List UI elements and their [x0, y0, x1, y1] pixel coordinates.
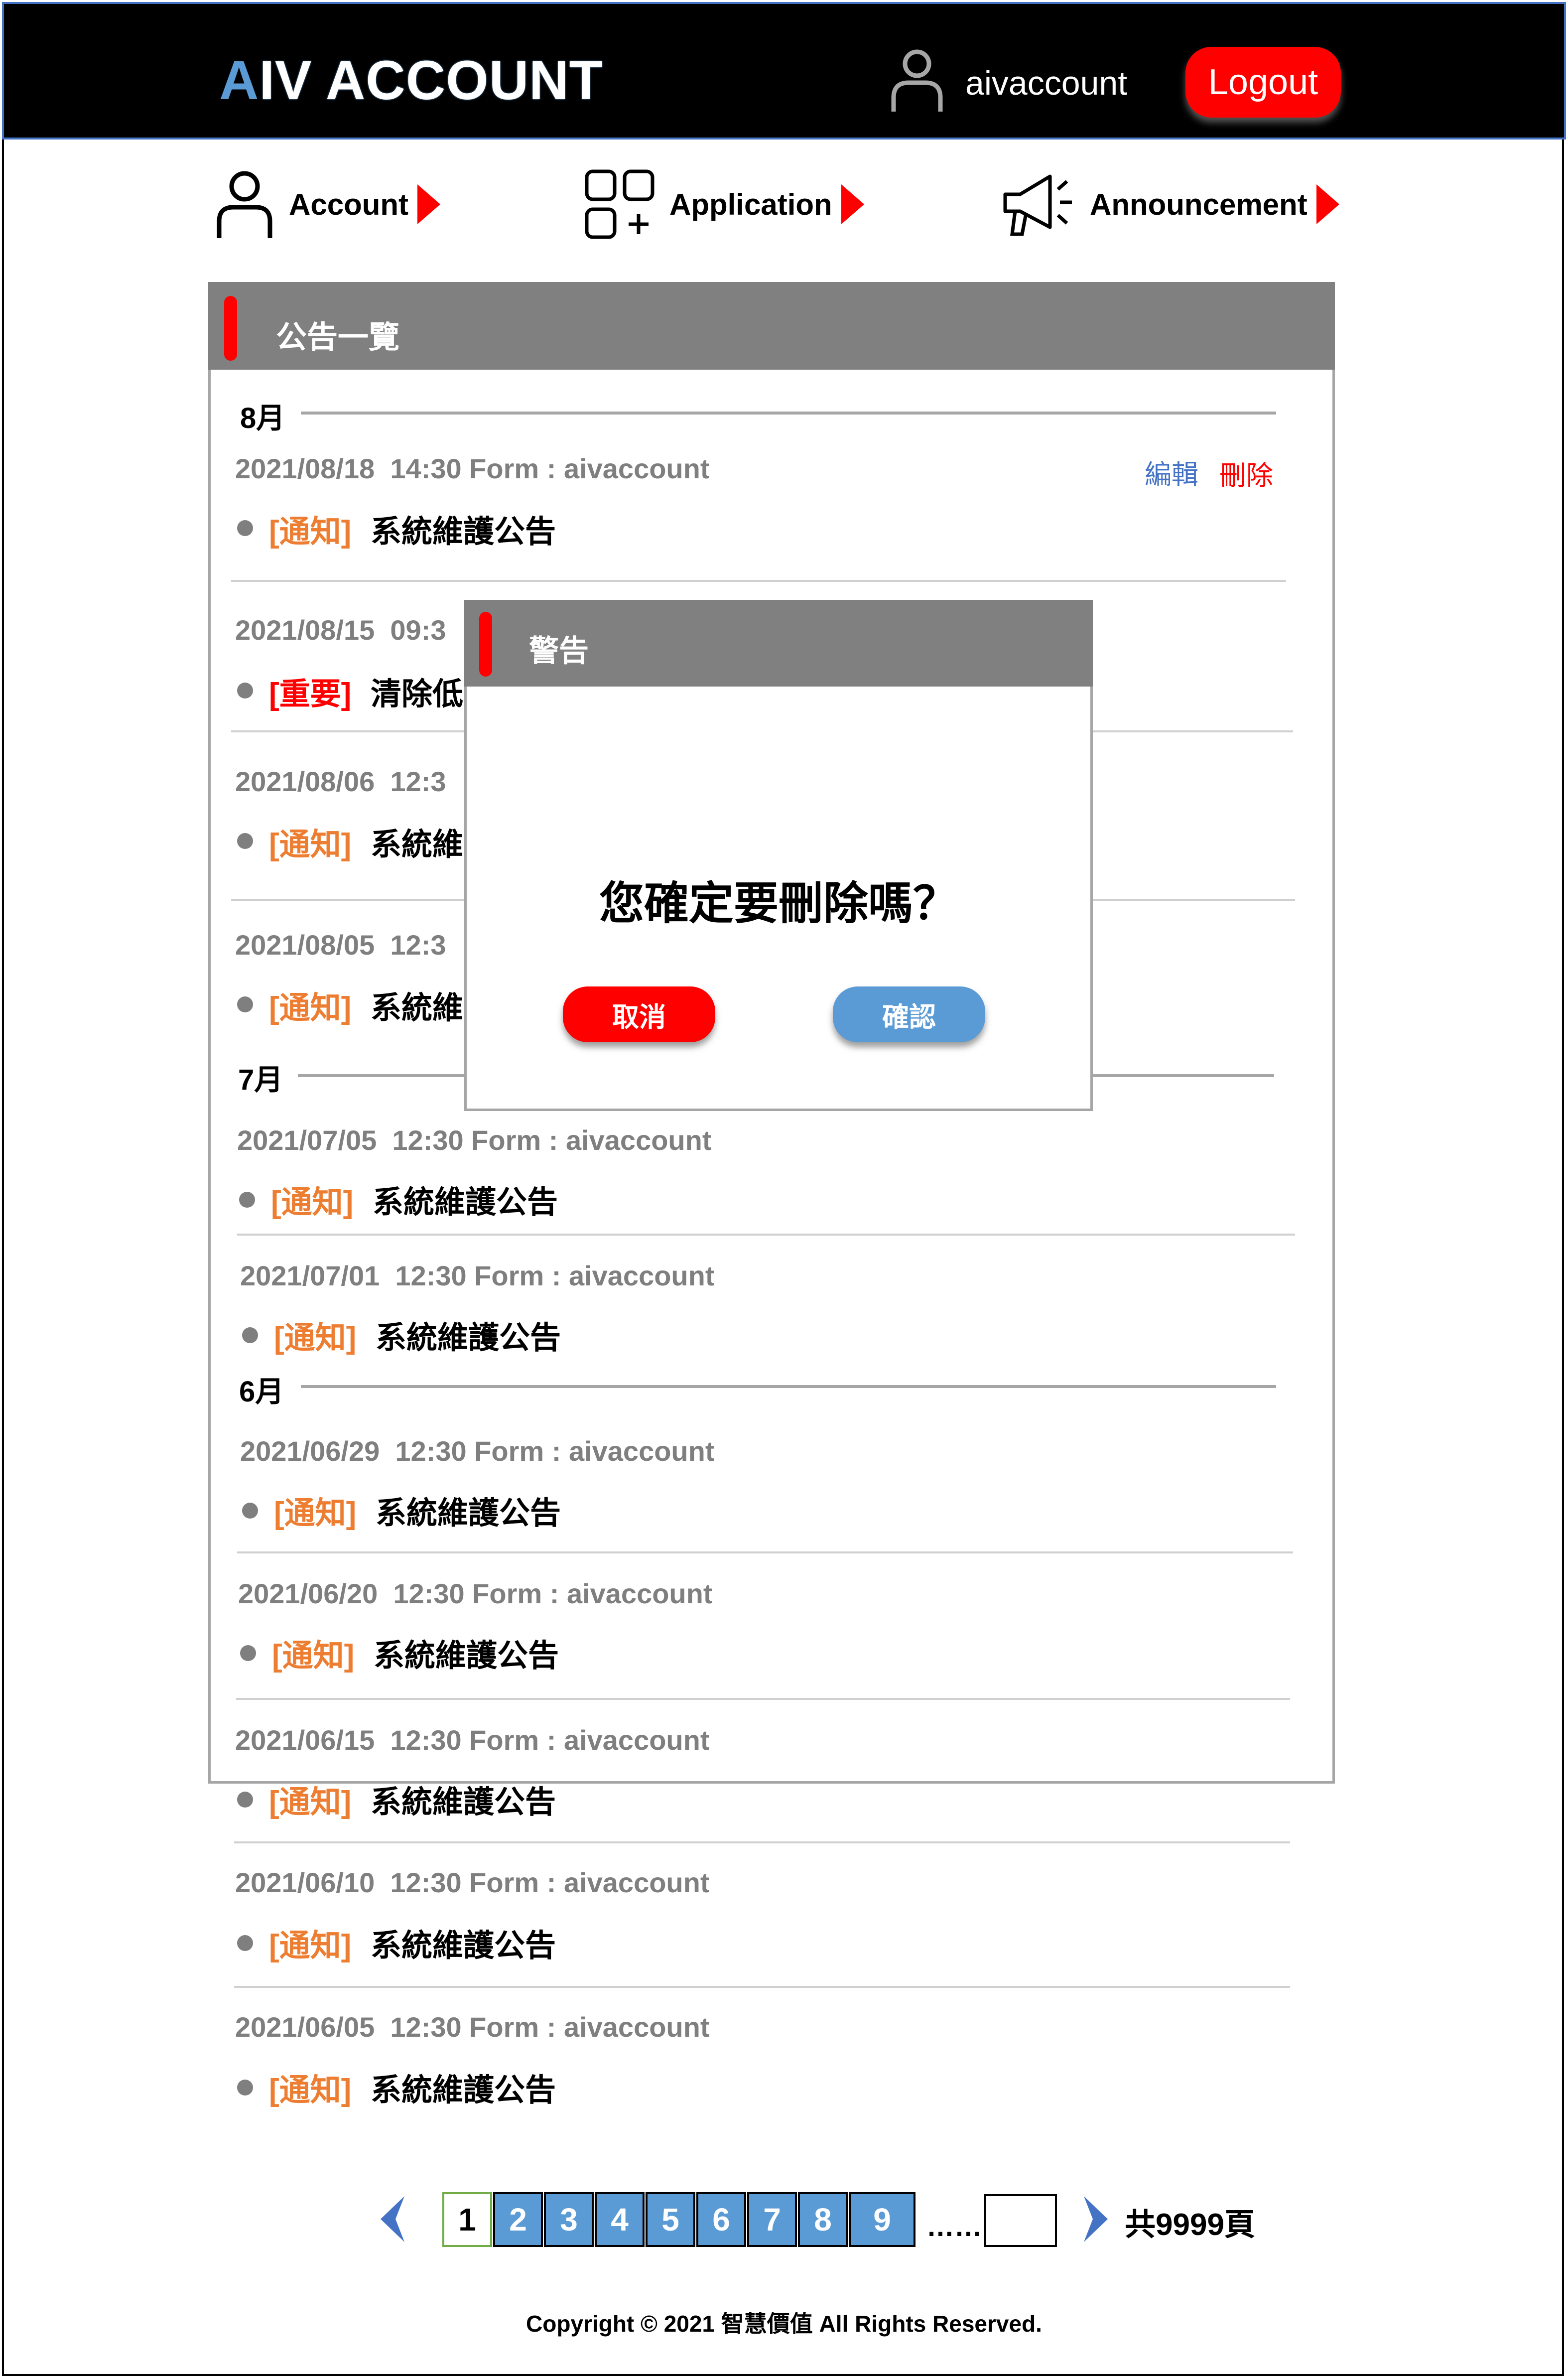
tag-notice: [通知] [271, 1185, 354, 1220]
announcement-title[interactable]: 系統維護公告 [371, 506, 556, 551]
tag-notice: [通知] [274, 1496, 357, 1531]
confirm-button[interactable]: 確認 [833, 986, 985, 1042]
play-arrow-icon [1316, 184, 1339, 224]
next-page-icon[interactable] [1079, 2194, 1112, 2244]
announcement-meta: 2021/08/15 09:3 [235, 614, 446, 646]
page-total: 共9999頁 [1125, 2208, 1255, 2242]
announcement-title[interactable]: 系統維護公告 [376, 1488, 561, 1533]
announcement-title[interactable]: 系統維護公告 [374, 1630, 559, 1675]
announcement-title[interactable]: 系統維護公告 [371, 1920, 556, 1965]
announcement-title[interactable]: 系統維護公告 [373, 1177, 558, 1222]
tag-notice: [通知] [269, 991, 352, 1025]
dialog-header: 警告 [464, 600, 1093, 687]
announcement-title[interactable]: 系統維 [371, 982, 463, 1027]
username: aivaccount [965, 64, 1128, 102]
page-button[interactable]: 1 [442, 2192, 492, 2247]
play-arrow-icon [841, 184, 864, 224]
megaphone-icon [1003, 174, 1072, 236]
header-accent-bar [479, 612, 492, 677]
bullet-dot [237, 996, 253, 1012]
bullet-dot [237, 1935, 253, 1951]
month-label: 8月 [240, 402, 285, 434]
month-divider [301, 1385, 1276, 1388]
announcement-title[interactable]: 系統維護公告 [371, 2065, 556, 2109]
bullet-dot [237, 520, 253, 536]
edit-link[interactable]: 編輯 [1145, 452, 1198, 492]
bullet-dot [237, 683, 253, 699]
month-label: 6月 [239, 1376, 284, 1408]
dialog-title: 警告 [529, 634, 589, 668]
bullet-dot [242, 1503, 258, 1519]
nav-account[interactable]: Account [215, 164, 440, 244]
tag-notice: [通知] [269, 515, 352, 549]
nav-announcement[interactable]: Announcement [1000, 164, 1339, 244]
dialog-message: 您確定要刪除嗎？ [599, 879, 958, 929]
announcement-meta: 2021/06/29 12:30 Form : aivaccount [240, 1435, 715, 1467]
page-button[interactable]: 9 [849, 2192, 915, 2247]
panel-header: 公告一覽 [208, 282, 1335, 370]
bullet-dot [237, 833, 253, 849]
apps-add-icon [585, 169, 654, 239]
row-divider [234, 1986, 1290, 1988]
tag-notice: [通知] [272, 1639, 355, 1673]
announcement-meta: 2021/06/15 12:30 Form : aivaccount [235, 1724, 710, 1756]
delete-link[interactable]: 刪除 [1219, 453, 1273, 493]
month-divider [301, 412, 1276, 415]
page-jump-input[interactable] [984, 2194, 1057, 2247]
tag-notice: [通知] [269, 828, 352, 862]
logout-button[interactable]: Logout [1185, 47, 1341, 118]
bullet-dot [239, 1192, 255, 1208]
announcement-meta: 2021/06/05 12:30 Form : aivaccount [235, 2011, 710, 2043]
nav-application-label: Application [669, 187, 832, 221]
page-button[interactable]: 7 [747, 2192, 797, 2247]
cancel-button[interactable]: 取消 [563, 986, 715, 1042]
announcement-meta: 2021/06/20 12:30 Form : aivaccount [238, 1578, 713, 1609]
page-button[interactable]: 8 [798, 2192, 848, 2247]
announcement-title[interactable]: 清除低 [371, 669, 463, 713]
top-header: AIV ACCOUNT aivaccount Logout [2, 2, 1566, 140]
page-button[interactable]: 5 [646, 2192, 695, 2247]
announcement-title[interactable]: 系統維護公告 [376, 1312, 561, 1357]
bullet-dot [240, 1645, 256, 1661]
row-divider [231, 580, 1286, 582]
announcement-meta: 2021/07/01 12:30 Form : aivaccount [240, 1260, 715, 1291]
page-button[interactable]: 3 [544, 2192, 594, 2247]
page-button[interactable]: 6 [696, 2192, 746, 2247]
nav-application[interactable]: Application [585, 164, 864, 244]
tag-notice: [通知] [274, 1321, 357, 1355]
bullet-dot [237, 1792, 253, 1808]
page-button[interactable]: 4 [595, 2192, 645, 2247]
row-divider [236, 1698, 1290, 1700]
bullet-dot [237, 2080, 253, 2096]
announcement-title[interactable]: 系統維 [371, 819, 463, 864]
row-divider [237, 1234, 1295, 1236]
bullet-dot [242, 1327, 258, 1343]
panel-title: 公告一覽 [276, 320, 400, 355]
announcement-title[interactable]: 系統維護公告 [371, 1777, 556, 1821]
announcement-meta: 2021/08/18 14:30 Form : aivaccount [235, 453, 710, 484]
page-button[interactable]: 2 [493, 2192, 543, 2247]
announcement-meta: 2021/07/05 12:30 Form : aivaccount [237, 1124, 712, 1156]
play-arrow-icon [417, 184, 440, 224]
tag-important: [重要] [269, 677, 352, 711]
pagination-ellipsis: …… [926, 2211, 982, 2242]
user-icon [891, 49, 943, 112]
copyright-footer: Copyright © 2021 智慧價值 All Rights Reserve… [526, 2311, 1042, 2337]
month-label: 7月 [238, 1064, 283, 1096]
user-icon [217, 171, 272, 238]
prev-page-icon[interactable] [377, 2194, 409, 2244]
tag-notice: [通知] [269, 2073, 352, 2107]
row-divider [237, 1551, 1293, 1553]
row-divider [234, 1841, 1290, 1843]
header-accent-bar [224, 296, 237, 361]
app-logo: AIV ACCOUNT [219, 50, 603, 111]
announcement-meta: 2021/06/10 12:30 Form : aivaccount [235, 1867, 710, 1898]
tag-notice: [通知] [269, 1785, 352, 1819]
announcement-meta: 2021/08/06 12:3 [235, 766, 446, 797]
tag-notice: [通知] [269, 1929, 352, 1963]
nav-announcement-label: Announcement [1090, 187, 1307, 221]
nav-account-label: Account [289, 187, 408, 221]
announcement-meta: 2021/08/05 12:3 [235, 929, 446, 961]
